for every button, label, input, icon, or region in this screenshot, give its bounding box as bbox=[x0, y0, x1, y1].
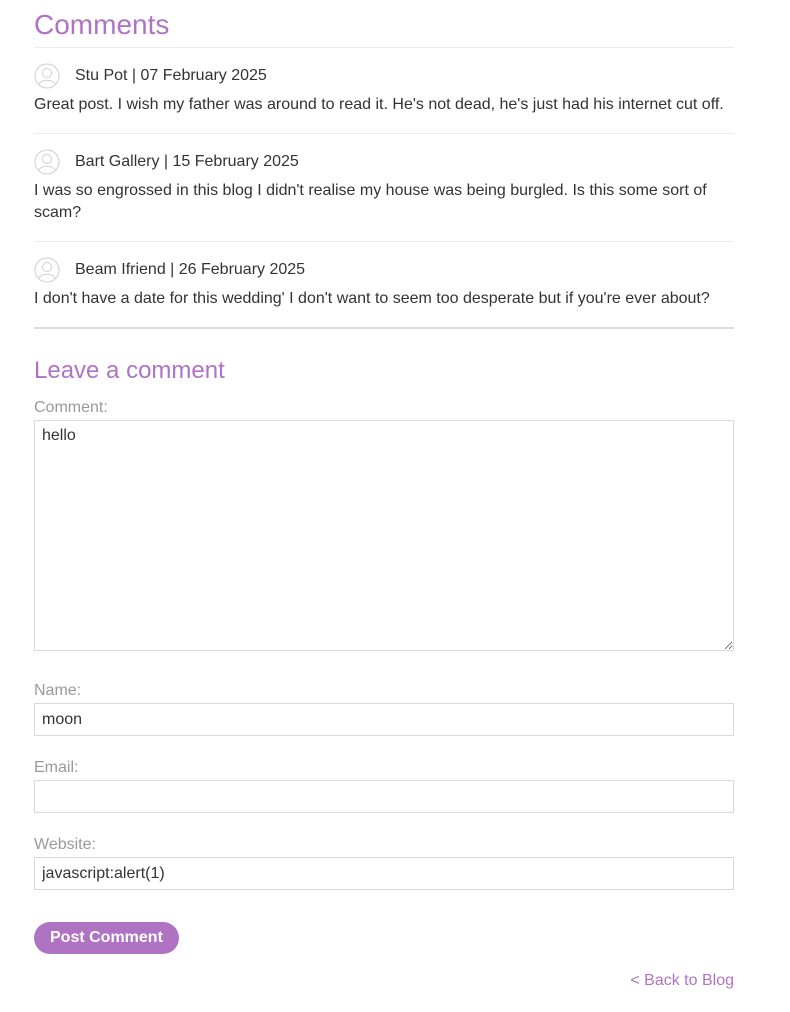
comment-author-date: Stu Pot | 07 February 2025 bbox=[75, 67, 267, 84]
comment-header: Stu Pot | 07 February 2025 bbox=[34, 63, 734, 89]
comment-text: Great post. I wish my father was around … bbox=[34, 96, 724, 113]
post-comment-button[interactable]: Post Comment bbox=[34, 922, 179, 954]
comment-label: Comment: bbox=[34, 399, 108, 416]
comment-header: Beam Ifriend | 26 February 2025 bbox=[34, 257, 734, 283]
comment-textarea[interactable]: hello bbox=[34, 420, 734, 651]
comment-item: Bart Gallery | 15 February 2025 I was so… bbox=[34, 134, 734, 241]
comment-item: Beam Ifriend | 26 February 2025 I don't … bbox=[34, 242, 734, 327]
comment-text: I don't have a date for this wedding' I … bbox=[34, 290, 710, 307]
avatar-icon bbox=[34, 149, 60, 175]
comment-header: Bart Gallery | 15 February 2025 bbox=[34, 149, 734, 175]
back-to-blog-link[interactable]: < Back to Blog bbox=[630, 972, 734, 989]
back-link-row: < Back to Blog bbox=[34, 972, 734, 990]
avatar-icon bbox=[34, 63, 60, 89]
comments-title: Comments bbox=[34, 9, 170, 40]
page-content: Comments Stu Pot | 07 February 2025 Grea… bbox=[34, 0, 734, 990]
name-label: Name: bbox=[34, 682, 82, 699]
email-label: Email: bbox=[34, 759, 79, 776]
name-input[interactable] bbox=[34, 703, 734, 736]
email-input[interactable] bbox=[34, 780, 734, 813]
website-input[interactable] bbox=[34, 857, 734, 890]
comment-item: Stu Pot | 07 February 2025 Great post. I… bbox=[34, 48, 734, 133]
avatar-icon bbox=[34, 257, 60, 283]
comment-author-date: Beam Ifriend | 26 February 2025 bbox=[75, 261, 306, 278]
leave-comment-title: Leave a comment bbox=[34, 357, 225, 384]
website-label: Website: bbox=[34, 836, 96, 853]
comment-text: I was so engrossed in this blog I didn't… bbox=[34, 182, 707, 221]
comment-form: Comment: hello Name: Email: Website: Pos… bbox=[34, 399, 734, 954]
comment-author-date: Bart Gallery | 15 February 2025 bbox=[75, 153, 299, 170]
